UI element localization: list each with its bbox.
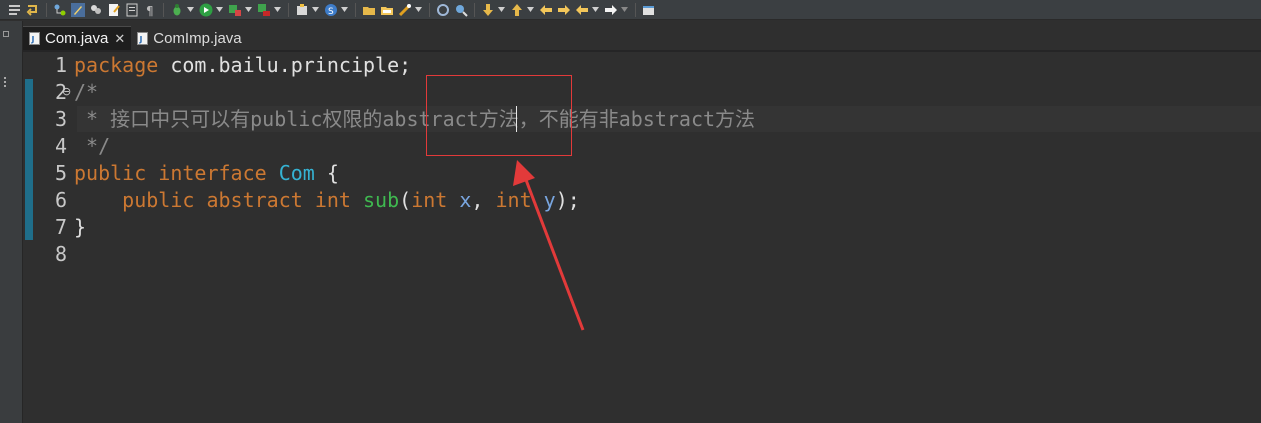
java-file-icon: J: [29, 32, 40, 45]
folder-icon[interactable]: [380, 3, 394, 17]
toolbar-separator: [635, 2, 636, 17]
right-icon[interactable]: [604, 3, 618, 17]
drag-handle-icon[interactable]: [4, 77, 7, 89]
refresh-icon[interactable]: [436, 3, 450, 17]
list-icon[interactable]: [8, 3, 22, 17]
back-icon[interactable]: [539, 3, 553, 17]
java-file-icon: J: [137, 31, 149, 45]
svg-text:J: J: [139, 35, 143, 44]
minimize-icon[interactable]: [3, 31, 9, 37]
brush-icon[interactable]: [71, 2, 85, 17]
chevron-down-icon[interactable]: [244, 3, 252, 17]
pilcrow-icon[interactable]: ¶: [143, 3, 157, 17]
tab-label: Com.java: [45, 30, 109, 47]
chevron-down-icon[interactable]: [497, 3, 505, 17]
tab-comimp-java[interactable]: J ComImp.java: [131, 26, 247, 50]
toolbar-separator: [355, 2, 356, 17]
down-arrow-icon[interactable]: [481, 3, 495, 17]
folder-open-icon[interactable]: [362, 3, 376, 17]
arrow-return-icon[interactable]: [26, 3, 40, 17]
editor-tabs: J Com.java ✕ J ComImp.java: [23, 25, 1261, 52]
chevron-down-icon[interactable]: [311, 3, 319, 17]
chevron-down-icon[interactable]: [414, 3, 422, 17]
close-icon[interactable]: ✕: [114, 31, 125, 47]
toolbar-separator: [288, 2, 289, 17]
chevron-down-icon[interactable]: [591, 3, 599, 17]
tab-label: ComImp.java: [153, 29, 242, 47]
annotation-arrow-icon: [513, 160, 585, 331]
svg-text:S: S: [328, 7, 334, 17]
page-icon[interactable]: [125, 3, 139, 17]
toolbar-separator: [163, 2, 164, 17]
chevron-down-icon[interactable]: [186, 3, 194, 17]
chevron-down-icon[interactable]: [620, 3, 628, 17]
svg-text:J: J: [31, 35, 35, 44]
bug-icon[interactable]: [170, 3, 184, 17]
main-toolbar: ¶ S: [0, 0, 1261, 20]
toolbar-separator: [474, 2, 475, 17]
chevron-down-icon[interactable]: [340, 3, 348, 17]
left-icon[interactable]: [575, 3, 589, 17]
run-icon[interactable]: [199, 3, 213, 17]
toolbar-separator: [46, 2, 47, 17]
toolbar-separator: [429, 2, 430, 17]
flow-icon[interactable]: [53, 3, 67, 17]
svg-text:¶: ¶: [146, 4, 154, 17]
forward-icon[interactable]: [557, 3, 571, 17]
search-icon[interactable]: [454, 3, 468, 17]
people-icon[interactable]: [89, 3, 103, 17]
chevron-down-icon[interactable]: [215, 3, 223, 17]
left-panel-strip: [0, 21, 23, 423]
code-editor[interactable]: 1 2 ⊖ 3 4 5 6 7 8 package com.bailu.prin…: [23, 52, 1261, 423]
eclipse-window: ¶ S J Com.java ✕ J ComImp.java 1 2 ⊖ 3 4…: [0, 0, 1261, 423]
chevron-down-icon[interactable]: [273, 3, 281, 17]
wand-icon[interactable]: [398, 3, 412, 17]
tab-com-java[interactable]: J Com.java ✕: [23, 26, 132, 50]
globe-icon[interactable]: S: [324, 3, 338, 17]
build-icon[interactable]: [228, 3, 242, 17]
tool-icon[interactable]: [257, 3, 271, 17]
new-window-icon[interactable]: [642, 3, 656, 17]
doc-edit-icon[interactable]: [107, 3, 121, 17]
chevron-down-icon[interactable]: [526, 3, 534, 17]
up-arrow-icon[interactable]: [510, 3, 524, 17]
package-icon[interactable]: [295, 3, 309, 17]
